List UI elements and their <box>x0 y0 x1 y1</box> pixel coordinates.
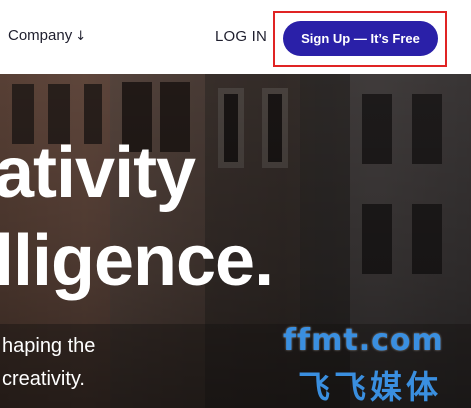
top-nav-bar: Company ↓ LOG IN Sign Up — It’s Free <box>0 0 471 74</box>
nav-company-menu[interactable]: Company ↓ <box>8 27 86 44</box>
hero-section: ativity lligence. haping the creativity.… <box>0 74 471 408</box>
watermark-url: ffmt.com <box>283 323 444 358</box>
arrow-down-icon: ↓ <box>75 29 87 44</box>
watermark-chinese: 飞飞媒体 <box>298 368 443 406</box>
hero-headline-line1: ativity <box>0 133 196 213</box>
signup-button[interactable]: Sign Up — It’s Free <box>283 21 438 56</box>
hero-subtext-line2: creativity. <box>2 368 85 390</box>
hero-subtext-line1: haping the <box>2 335 96 357</box>
nav-company-label: Company <box>8 27 73 44</box>
hero-headline-line2: lligence. <box>0 221 274 301</box>
login-link[interactable]: LOG IN <box>215 28 267 45</box>
